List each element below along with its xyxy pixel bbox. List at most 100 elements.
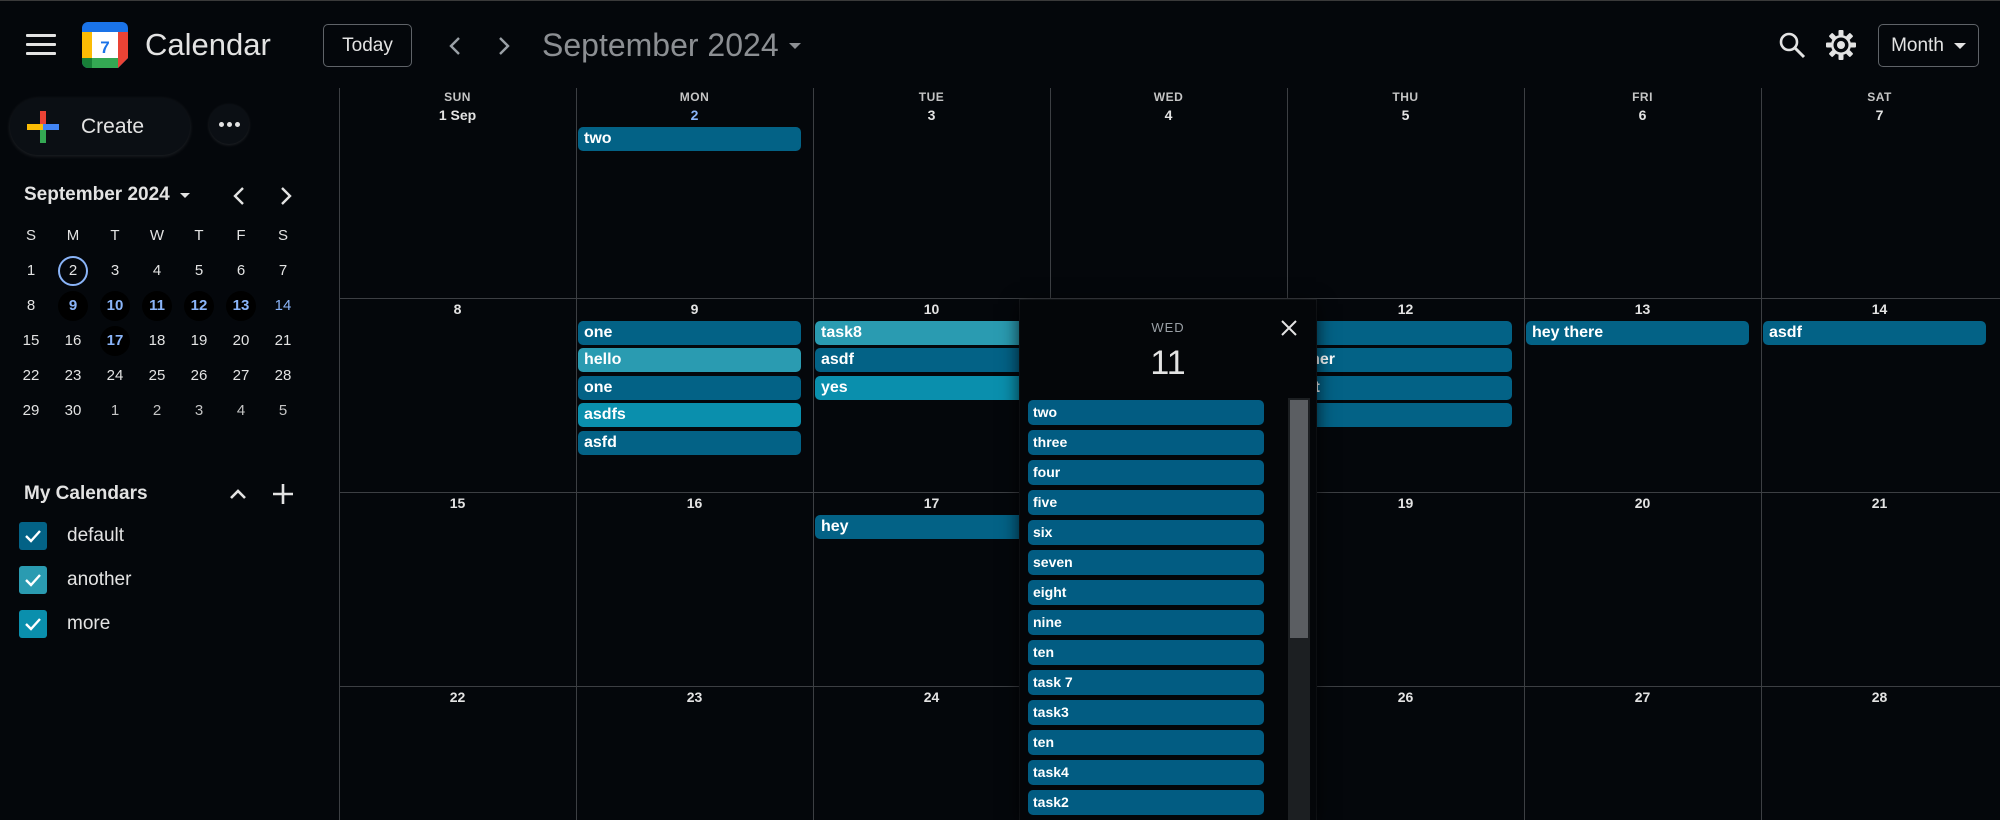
day-number[interactable]: 17 [813,495,1050,511]
mini-day[interactable]: 5 [178,253,220,288]
today-button[interactable]: Today [323,24,412,67]
calendar-item-default[interactable]: default [19,522,124,550]
popover-event[interactable]: ten [1028,730,1264,755]
event-chip[interactable]: hello [578,348,801,372]
mini-day[interactable]: 8 [10,288,52,323]
mini-day-selected-week[interactable]: 10 [94,288,136,323]
mini-day[interactable]: 4 [136,253,178,288]
mini-day[interactable]: 20 [220,323,262,358]
day-number[interactable]: 22 [339,689,576,705]
add-calendar-icon[interactable] [270,481,296,507]
search-icon[interactable] [1777,30,1807,60]
popover-event[interactable]: task2 [1028,790,1264,815]
event-chip[interactable]: two [578,127,801,151]
create-button[interactable]: Create [10,98,190,155]
day-number[interactable]: 14 [1761,301,1998,317]
chevron-up-icon[interactable] [226,482,250,506]
mini-day[interactable]: 29 [10,393,52,428]
popover-event[interactable]: nine [1028,610,1264,635]
popover-event[interactable]: task 7 [1028,670,1264,695]
view-switcher-button[interactable]: Month [1878,24,1979,67]
day-number[interactable]: 10 [813,301,1050,317]
mini-day[interactable]: 1 [10,253,52,288]
day-number[interactable]: 15 [339,495,576,511]
day-number[interactable]: 12 [1287,301,1524,317]
day-number[interactable]: 24 [813,689,1050,705]
day-number[interactable]: 6 [1524,107,1761,123]
event-chip[interactable]: one [578,321,801,345]
day-number[interactable]: 9 [576,301,813,317]
mini-day[interactable]: 28 [262,358,304,393]
event-chip[interactable]: fd [1289,403,1512,427]
gear-icon[interactable] [1825,29,1857,61]
popover-event[interactable]: three [1028,430,1264,455]
popover-event[interactable]: five [1028,490,1264,515]
mini-day-selected-week[interactable]: 12 [178,288,220,323]
day-number[interactable]: 4 [1050,107,1287,123]
day-number-today[interactable]: 2 [576,107,813,123]
mini-day[interactable]: 15 [10,323,52,358]
day-number[interactable]: 5 [1287,107,1524,123]
popover-day-number[interactable]: 11 [1020,344,1316,383]
day-number[interactable]: 20 [1524,495,1761,511]
mini-day[interactable]: 25 [136,358,178,393]
mini-calendar-title[interactable]: September 2024 [24,184,190,206]
checkbox-checked-icon[interactable] [19,522,47,550]
event-chip[interactable]: asfd [578,431,801,455]
event-chip[interactable]: asdf [1763,321,1986,345]
popover-event[interactable]: task3 [1028,700,1264,725]
day-number[interactable]: 13 [1524,301,1761,317]
mini-day[interactable]: 26 [178,358,220,393]
mini-day[interactable]: 19 [178,323,220,358]
mini-day-selected-week[interactable]: 9 [52,288,94,323]
popover-event[interactable]: four [1028,460,1264,485]
day-number[interactable]: 21 [1761,495,1998,511]
day-number[interactable]: 8 [339,301,576,317]
mini-day-next-month[interactable]: 4 [220,393,262,428]
popover-event[interactable]: seven [1028,550,1264,575]
mini-previous-month-icon[interactable] [227,183,253,209]
mini-day-next-month[interactable]: 2 [136,393,178,428]
popover-event[interactable]: two [1028,400,1264,425]
mini-day-selected-week[interactable]: 13 [220,288,262,323]
event-chip[interactable]: yes [815,376,1038,400]
day-number[interactable]: 16 [576,495,813,511]
mini-day-next-month[interactable]: 3 [178,393,220,428]
mini-day[interactable]: 23 [52,358,94,393]
day-number[interactable]: 1 Sep [339,107,576,123]
day-number[interactable]: 23 [576,689,813,705]
mini-day[interactable]: 18 [136,323,178,358]
event-chip[interactable]: task8 [815,321,1038,345]
event-chip[interactable]: asdfs [578,403,801,427]
mini-day[interactable]: 16 [52,323,94,358]
mini-day[interactable]: 3 [94,253,136,288]
month-title[interactable]: September 2024 [542,27,801,64]
mini-day[interactable]: 7 [262,253,304,288]
popover-scrollbar-thumb[interactable] [1290,400,1308,638]
mini-day[interactable]: 30 [52,393,94,428]
day-number[interactable]: 26 [1287,689,1524,705]
calendar-item-another[interactable]: another [19,566,131,594]
mini-day[interactable]: 6 [220,253,262,288]
day-number[interactable]: 27 [1524,689,1761,705]
mini-day-selected-week[interactable]: 11 [136,288,178,323]
event-chip[interactable]: f [1289,321,1512,345]
checkbox-checked-icon[interactable] [19,610,47,638]
popover-event[interactable]: six [1028,520,1264,545]
event-chip[interactable]: ght [1289,376,1512,400]
mini-day[interactable]: 24 [94,358,136,393]
event-chip[interactable]: one [578,376,801,400]
mini-day[interactable]: 27 [220,358,262,393]
next-month-icon[interactable] [488,31,518,61]
mini-day-next-month[interactable]: 5 [262,393,304,428]
mini-day[interactable]: 14 [262,288,304,323]
checkbox-checked-icon[interactable] [19,566,47,594]
event-chip[interactable]: asdf [815,348,1038,372]
mini-day[interactable]: 21 [262,323,304,358]
day-number[interactable]: 7 [1761,107,1998,123]
popover-event[interactable]: ten [1028,640,1264,665]
day-number[interactable]: 19 [1287,495,1524,511]
event-chip[interactable]: hey there [1526,321,1749,345]
popover-event[interactable]: task4 [1028,760,1264,785]
more-options-icon[interactable] [209,104,249,144]
